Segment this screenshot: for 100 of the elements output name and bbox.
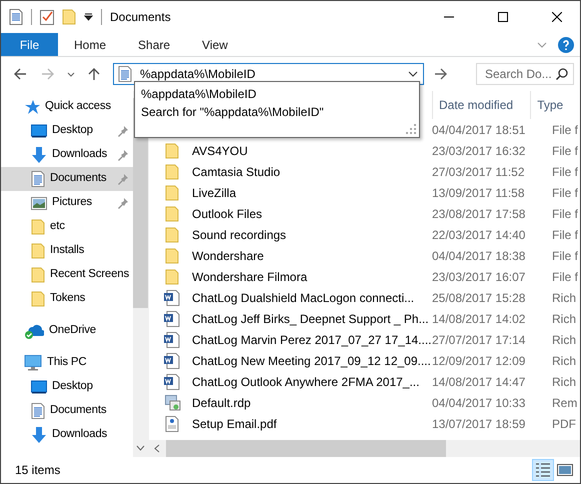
document-icon [31,403,45,419]
file-type: File f [552,184,578,202]
file-name[interactable]: Wondershare Filmora [192,268,432,286]
date-modified: 12/09/2017 12:09 [432,352,526,370]
suggestion-item[interactable]: %appdata%\MobileID [141,85,413,103]
file-type: Rich [552,310,576,328]
navigation-item[interactable]: etc [1,215,133,239]
horizontal-scrollbar[interactable] [149,440,580,457]
folder-icon [165,184,179,200]
file-name[interactable]: ChatLog Jeff Birks_ Deepnet Support _ Ph... [192,310,432,328]
date-modified: 23/03/2017 16:07 [432,268,526,286]
dropdown-icon[interactable] [84,13,93,21]
navigation-item[interactable]: Documents [1,399,133,423]
date-modified: 14/08/2017 14:47 [432,374,526,390]
navigation-item[interactable]: Desktop [1,375,133,399]
date-modified: 04/04/2017 18:51 [432,122,526,138]
file-name[interactable]: ChatLog Dualshield MacLogon connecti... [192,288,432,306]
maximize-icon [498,12,508,22]
folder-icon [165,142,179,158]
folder-icon [31,219,45,235]
word-document-icon [164,374,180,390]
file-type: Rem [552,394,578,412]
ribbon-tab[interactable]: View [186,33,244,56]
suggestion-item[interactable]: Search for "%appdata%\MobileID" [141,103,413,121]
folder-icon [62,9,76,25]
date-modified: 13/07/2017 18:59 [432,416,526,432]
desktop-icon [31,380,47,394]
file-name[interactable]: Camtasia Studio [192,162,432,180]
close-icon [552,12,562,22]
search-icon [556,68,568,80]
details-view-button[interactable] [532,459,554,481]
back-arrow-icon [13,67,27,81]
scroll-down-icon [136,445,145,451]
file-name[interactable]: ChatLog New Meeting 2017_09_12 12_09.... [192,352,432,370]
folder-icon [165,164,179,180]
document-icon [31,171,45,187]
resize-grip-icon [406,124,416,134]
file-name[interactable]: Outlook Files [192,204,432,222]
file-type: File f [552,142,578,160]
desktop-icon [31,124,47,138]
file-menu-button[interactable]: File [1,33,58,56]
date-modified: 23/03/2017 16:32 [432,142,526,160]
computer-icon [24,355,42,371]
navigation-item[interactable]: OneDrive [1,319,133,343]
file-type: Rich [552,352,576,370]
file-type: File f [552,268,578,286]
forward-arrow-icon [41,67,55,81]
navigation-item[interactable]: Pictures [1,191,133,215]
cloud-sync-icon [24,323,44,339]
date-modified: 04/04/2017 18:38 [432,248,526,264]
word-document-icon [164,290,180,306]
window-title: Documents [110,9,171,26]
file-name[interactable]: ChatLog Marvin Perez 2017_07_27 17_14.... [192,330,432,348]
file-name[interactable]: LiveZilla [192,184,432,202]
item-count: 15 items [15,462,60,479]
remote-desktop-icon [165,394,181,410]
download-arrow-icon [31,427,47,443]
navigation-item[interactable]: Quick access [1,95,133,119]
navigation-item[interactable]: This PC [1,351,133,375]
file-name[interactable]: Setup Email.pdf [192,414,432,432]
forward-arrow-icon [434,67,448,81]
word-document-icon [164,352,180,368]
checklist-icon [40,9,54,25]
folder-icon [31,291,45,307]
details-list-icon [535,462,551,478]
file-name[interactable]: Sound recordings [192,226,432,244]
help-icon[interactable] [558,36,574,52]
file-name[interactable]: Default.rdp [192,394,432,412]
file-name[interactable]: AVS4YOU [192,142,432,160]
file-type: File f [552,164,578,180]
navigation-item[interactable]: Downloads [1,423,133,447]
navigation-item[interactable]: Downloads [1,143,133,167]
folder-icon [31,243,45,259]
file-name[interactable]: ChatLog Outlook Anywhere 2FMA 2017_... [192,372,432,390]
file-type: File f [552,206,578,222]
date-modified: 27/07/2017 17:14 [432,332,526,348]
navigation-item[interactable]: Recent Screens [1,263,133,287]
ribbon-tab[interactable]: Home [58,33,122,56]
file-type: Rich [552,374,576,390]
star-icon [24,99,40,115]
navigation-item[interactable]: Documents [1,167,133,191]
file-type: File f [552,248,578,264]
date-modified: 04/04/2017 10:33 [432,394,526,412]
navigation-item[interactable]: Installs [1,239,133,263]
date-modified: 13/09/2017 11:58 [432,184,526,202]
date-modified: 27/03/2017 11:52 [432,164,526,180]
folder-icon [31,267,45,283]
folder-icon [165,226,179,242]
folder-icon [165,268,179,284]
column-header[interactable]: Date modified [432,91,530,119]
navigation-item[interactable]: Tokens [1,287,133,311]
navigation-item[interactable]: Desktop [1,119,133,143]
file-type: File f [552,226,578,244]
word-document-icon [164,332,180,348]
ribbon-tab[interactable]: Share [122,33,186,56]
file-name[interactable]: Wondershare [192,246,432,264]
column-header[interactable]: Type [530,91,580,119]
word-document-icon [164,310,180,326]
date-modified: 25/08/2017 15:28 [432,290,526,306]
search-field[interactable]: Search Do... [476,63,574,85]
